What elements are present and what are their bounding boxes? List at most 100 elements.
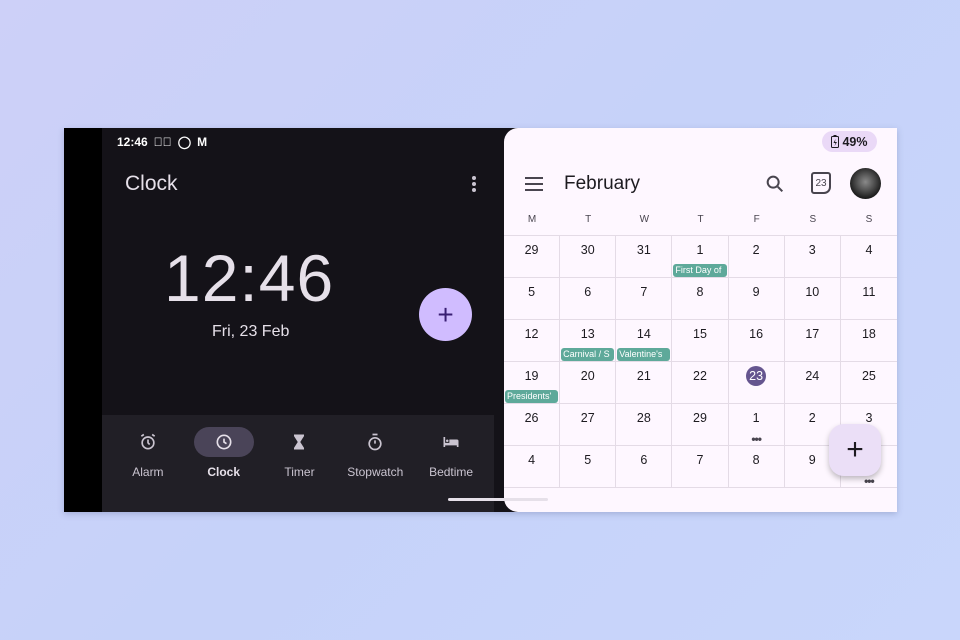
date-number: 29 — [693, 411, 707, 425]
nav-label: Timer — [284, 465, 315, 479]
status-bar: 12:46 ✓⃝ ◯ M — [117, 134, 207, 150]
app-title: Clock — [125, 172, 178, 195]
more-events-indicator[interactable]: ••• — [729, 432, 784, 446]
more-options-icon[interactable] — [469, 174, 479, 194]
day-cell[interactable]: 24 — [784, 362, 841, 404]
bed-icon — [443, 437, 459, 447]
whatsapp-icon: ◯ — [177, 135, 192, 149]
day-cell[interactable]: 8 — [728, 446, 785, 488]
day-cell[interactable]: 5 — [504, 278, 561, 320]
day-cell[interactable]: 26 — [504, 404, 561, 446]
date-number: 10 — [805, 285, 820, 299]
nav-clock[interactable]: Clock — [186, 427, 262, 512]
date-number: 25 — [861, 369, 876, 383]
avatar[interactable] — [850, 168, 881, 199]
hourglass-icon — [294, 434, 305, 450]
menu-icon[interactable] — [525, 177, 543, 191]
day-cell[interactable]: 7 — [616, 278, 673, 320]
battery-percent: 49% — [842, 134, 868, 149]
event-chip[interactable]: Presidents' — [505, 390, 559, 403]
nav-stopwatch[interactable]: Stopwatch — [337, 427, 413, 512]
date-number: 4 — [865, 243, 873, 257]
day-cell[interactable]: 6 — [616, 446, 673, 488]
day-cell[interactable]: 31 — [616, 236, 673, 278]
date-number: 7 — [640, 285, 648, 299]
event-chip[interactable]: Carnival / S — [561, 348, 615, 361]
day-cell[interactable]: 2 — [728, 236, 785, 278]
day-cell[interactable]: 5 — [560, 446, 617, 488]
search-icon[interactable] — [764, 173, 786, 195]
day-cell[interactable]: 10 — [784, 278, 841, 320]
date-number: 3 — [808, 243, 816, 257]
date-number: 5 — [584, 453, 592, 467]
day-cell[interactable]: 12 — [504, 320, 561, 362]
date-number: 30 — [580, 243, 595, 257]
day-cell[interactable]: 9 — [728, 278, 785, 320]
date-number: 3 — [865, 411, 873, 425]
weekday-label: S — [809, 214, 817, 225]
date-number: 4 — [528, 453, 536, 467]
stopwatch-icon — [368, 433, 382, 451]
day-cell[interactable]: 28 — [616, 404, 673, 446]
date-number: 12 — [524, 327, 539, 341]
day-cell[interactable]: 16 — [728, 320, 785, 362]
gesture-navigation-bar[interactable] — [448, 498, 548, 501]
day-cell[interactable]: 13 Carnival / S — [560, 320, 617, 362]
day-cell[interactable]: 17 — [784, 320, 841, 362]
event-chip[interactable]: Valentine's — [617, 348, 671, 361]
date-number: 20 — [580, 369, 595, 383]
battery-charging-icon — [831, 135, 840, 148]
day-cell[interactable]: 8 — [672, 278, 729, 320]
event-chip[interactable]: First Day of — [673, 264, 727, 277]
date-number: 28 — [636, 411, 651, 425]
date-number: 17 — [805, 327, 820, 341]
day-cell[interactable]: 4 — [840, 236, 897, 278]
day-cell[interactable]: 7 — [672, 446, 729, 488]
bottom-navigation: Alarm Clock Timer Stopwatch Bedtime — [102, 415, 494, 512]
date-number: 9 — [752, 285, 760, 299]
day-cell[interactable]: 14 Valentine's — [616, 320, 673, 362]
date-number: 21 — [636, 369, 651, 383]
day-cell[interactable]: 1 ••• — [728, 404, 785, 446]
more-events-indicator[interactable]: ••• — [841, 474, 897, 488]
nav-label: Bedtime — [429, 465, 474, 479]
day-cell[interactable]: 4 — [504, 446, 561, 488]
day-cell[interactable]: 23 — [728, 362, 785, 404]
date-number: 8 — [696, 285, 704, 299]
day-cell[interactable]: 3 — [784, 236, 841, 278]
day-cell[interactable]: 21 — [616, 362, 673, 404]
day-cell[interactable]: 18 — [840, 320, 897, 362]
day-cell[interactable]: 30 — [560, 236, 617, 278]
day-cell[interactable]: 20 — [560, 362, 617, 404]
nav-timer[interactable]: Timer — [262, 427, 338, 512]
gmail-icon: M — [197, 135, 208, 149]
date-number: 2 — [752, 243, 760, 257]
day-cell[interactable]: 29 — [672, 404, 729, 446]
date-number: 31 — [636, 243, 651, 257]
date-number: 19 — [524, 369, 539, 383]
nav-label: Alarm — [132, 465, 164, 479]
nav-alarm[interactable]: Alarm — [110, 427, 186, 512]
weekday-header: MTWTFSS — [504, 214, 897, 225]
date-number: 24 — [805, 369, 820, 383]
day-cell[interactable]: 15 — [672, 320, 729, 362]
day-cell[interactable]: 25 — [840, 362, 897, 404]
day-cell[interactable]: 1 First Day of — [672, 236, 729, 278]
day-cell[interactable]: 19 Presidents' — [504, 362, 561, 404]
date-number: 6 — [640, 453, 648, 467]
day-cell[interactable]: 6 — [560, 278, 617, 320]
month-title[interactable]: February — [564, 173, 640, 195]
nav-label: Stopwatch — [347, 465, 404, 479]
create-event-button[interactable]: + — [829, 424, 881, 476]
day-cell[interactable]: 22 — [672, 362, 729, 404]
today-button[interactable]: 23 — [811, 172, 831, 194]
day-cell[interactable]: 11 — [840, 278, 897, 320]
date-number: 1 — [752, 411, 760, 425]
day-cell[interactable]: 27 — [560, 404, 617, 446]
add-city-button[interactable]: + — [419, 288, 472, 341]
day-cell[interactable]: 29 — [504, 236, 561, 278]
clock-app: 12:46 ✓⃝ ◯ M Clock 12:46 Fri, 23 Feb + A… — [102, 128, 542, 512]
date-number: 1 — [696, 243, 704, 257]
check-circle-icon: ✓⃝ — [153, 135, 172, 149]
date-number: 27 — [580, 411, 595, 425]
